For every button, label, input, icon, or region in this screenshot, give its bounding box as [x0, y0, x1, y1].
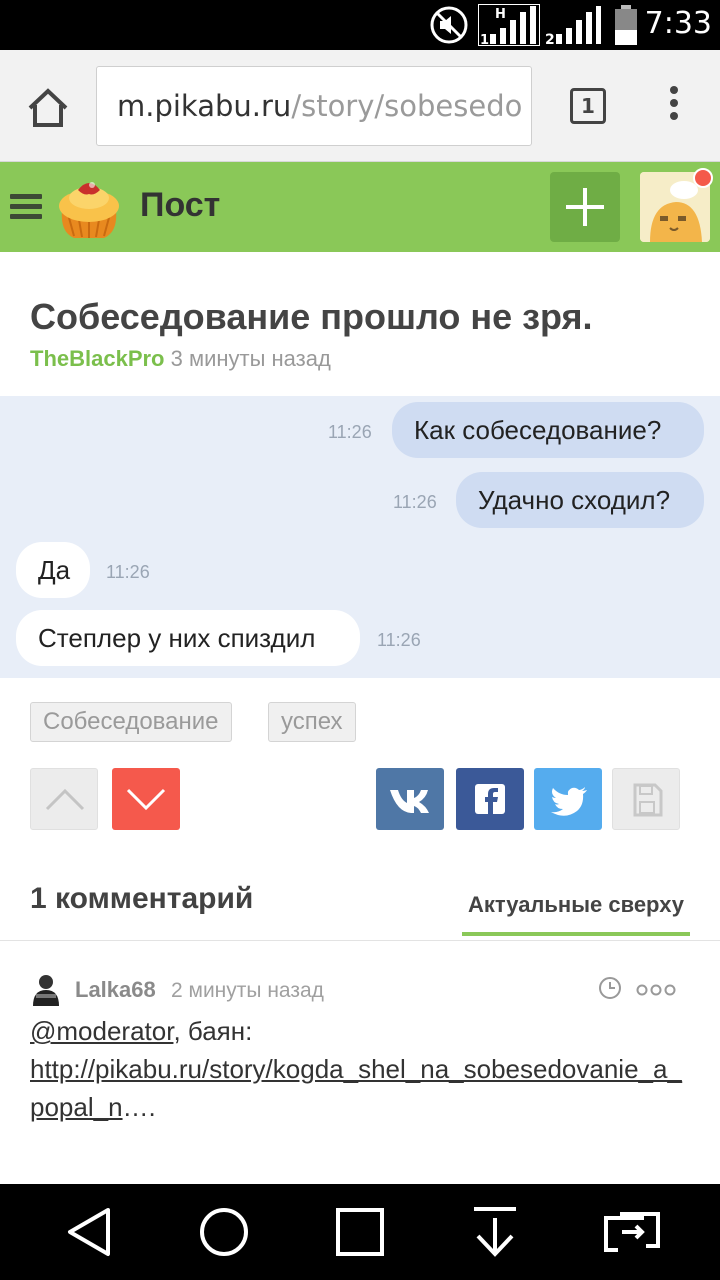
- message-time: 11:26: [328, 422, 372, 442]
- divider: [0, 940, 720, 941]
- message-time: 11:26: [377, 630, 421, 650]
- vk-icon: [390, 790, 429, 813]
- notification-badge: [693, 168, 713, 188]
- message-bubble-incoming: Степлер у них спиздил: [16, 610, 360, 666]
- chevron-down-icon: [126, 788, 166, 811]
- comment-avatar[interactable]: [30, 972, 62, 1006]
- post-meta: TheBlackPro 3 минуты назад: [30, 346, 331, 372]
- message-time: 11:26: [106, 562, 150, 582]
- back-icon[interactable]: [64, 1206, 114, 1258]
- save-button[interactable]: [612, 768, 680, 830]
- comment-link-suffix: ….: [122, 1092, 156, 1122]
- facebook-icon: [475, 784, 505, 814]
- pikabu-cupcake-logo[interactable]: [54, 174, 124, 242]
- floppy-save-icon: [633, 783, 663, 817]
- share-facebook-button[interactable]: [456, 768, 524, 830]
- post-image-chat-screenshot: 11:26 Как собеседование? 11:26 Удачно сх…: [0, 396, 720, 678]
- screen-cast-icon[interactable]: [602, 1206, 664, 1258]
- message-time: 11:26: [393, 492, 437, 512]
- message-bubble-outgoing: Как собеседование?: [392, 402, 704, 458]
- signal-sim2-icon: 2: [545, 6, 601, 46]
- share-twitter-button[interactable]: [534, 768, 602, 830]
- tab-sort-actual[interactable]: Актуальные сверху: [462, 892, 690, 936]
- downvote-button[interactable]: [112, 768, 180, 830]
- add-post-button[interactable]: [550, 172, 620, 242]
- clock-icon[interactable]: [598, 976, 622, 1000]
- address-bar[interactable]: m.pikabu.ru/story/sobesedo: [96, 66, 532, 146]
- download-icon[interactable]: [470, 1206, 520, 1258]
- comments-count: 1 комментарий: [30, 882, 254, 915]
- twitter-icon: [551, 787, 587, 816]
- url-path: /story/sobesedo: [291, 89, 523, 123]
- mute-icon: [430, 6, 468, 44]
- browser-toolbar: m.pikabu.ru/story/sobesedo 1: [0, 50, 720, 162]
- share-vk-button[interactable]: [376, 768, 444, 830]
- comment-text: , баян:: [173, 1016, 253, 1046]
- clock: 7:33: [644, 6, 712, 41]
- upvote-button[interactable]: [30, 768, 98, 830]
- post-author-link[interactable]: TheBlackPro: [30, 346, 165, 371]
- mention-link[interactable]: @moderator: [30, 1016, 173, 1046]
- site-header: Пост: [0, 162, 720, 252]
- sim1-label: 1: [480, 33, 489, 46]
- recent-apps-icon[interactable]: [334, 1206, 386, 1258]
- hamburger-menu-icon[interactable]: [10, 194, 42, 220]
- more-options-icon[interactable]: [636, 984, 676, 996]
- page-title: Пост: [140, 186, 221, 224]
- system-navigation-bar: [0, 1184, 720, 1280]
- message-bubble-outgoing: Удачно сходил?: [456, 472, 704, 528]
- sim2-label: 2: [545, 32, 555, 46]
- home-circle-icon[interactable]: [198, 1206, 250, 1258]
- tag[interactable]: успех: [268, 702, 356, 742]
- home-icon[interactable]: [24, 84, 72, 132]
- comment-author-link[interactable]: Lalka68: [75, 977, 156, 1003]
- tag[interactable]: Собеседование: [30, 702, 232, 742]
- battery-icon: [615, 5, 637, 45]
- status-bar: H 1 2 7:33: [0, 0, 720, 50]
- overflow-menu-icon[interactable]: [664, 86, 684, 126]
- signal-sim1-icon: H 1: [478, 4, 540, 46]
- signal-type-label: H: [495, 7, 506, 22]
- post-title: Собеседование прошло не зря.: [30, 296, 593, 337]
- comment-body: @moderator, баян: http://pikabu.ru/story…: [30, 1012, 694, 1126]
- post-time: 3 минуты назад: [170, 346, 331, 371]
- tab-switcher-button[interactable]: 1: [570, 88, 606, 124]
- url-host: m.pikabu.ru: [117, 89, 292, 123]
- comment-time: 2 минуты назад: [171, 979, 324, 1002]
- message-bubble-incoming: Да: [16, 542, 90, 598]
- chevron-up-icon: [45, 788, 85, 811]
